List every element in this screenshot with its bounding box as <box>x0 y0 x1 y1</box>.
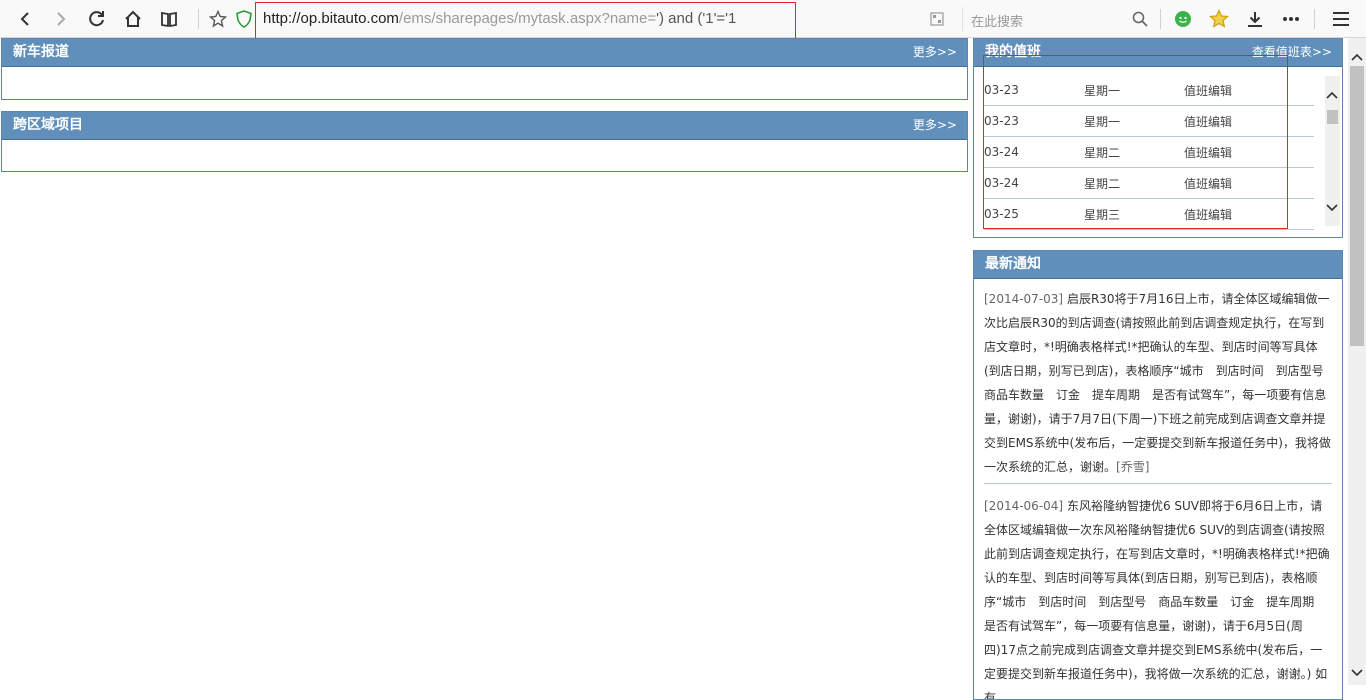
duty-highlight-box <box>983 55 1288 229</box>
toolbar-separator <box>198 9 199 29</box>
panel-body <box>2 67 967 99</box>
panel-title: 跨区域项目 <box>13 117 83 133</box>
panel-title: 最新通知 <box>985 256 1041 272</box>
chat-icon[interactable] <box>1171 7 1195 31</box>
toolbar-separator <box>1160 9 1161 29</box>
reload-icon[interactable] <box>85 7 109 31</box>
more-link[interactable]: 更多>> <box>913 39 957 66</box>
panel-header: 最新通知 <box>974 251 1342 279</box>
scroll-down-icon[interactable] <box>1326 203 1338 213</box>
search-input[interactable]: 在此搜索 <box>962 7 1151 31</box>
scroll-up-icon[interactable] <box>1326 90 1338 100</box>
notice-panel: 最新通知 [2014-07-03] 启辰R30将于7月16日上市，请全体区域编辑… <box>973 250 1343 700</box>
panel-title: 新车报道 <box>13 44 69 60</box>
search-placeholder: 在此搜索 <box>971 15 1024 30</box>
reader-view-icon[interactable] <box>157 7 181 31</box>
new-car-panel: 新车报道 更多>> <box>1 38 968 100</box>
page-scroll-up-icon[interactable] <box>1351 52 1363 62</box>
back-icon[interactable] <box>13 7 37 31</box>
favorites-star-icon[interactable] <box>1207 7 1231 31</box>
list-item[interactable]: [2014-06-04] 东风裕隆纳智捷优6 SUV即将于6月6日上市，请全体区… <box>984 494 1332 700</box>
notice-text: 东风裕隆纳智捷优6 SUV即将于6月6日上市，请全体区域编辑做一次东风裕隆纳智捷… <box>984 499 1330 700</box>
list-item[interactable]: [2014-07-03] 启辰R30将于7月16日上市，请全体区域编辑做一次比启… <box>984 287 1336 484</box>
duty-scroll-thumb[interactable] <box>1327 110 1338 124</box>
panel-header: 新车报道 更多>> <box>2 39 967 67</box>
shield-icon[interactable] <box>232 7 256 31</box>
notice-author: [乔雪] <box>1116 460 1150 474</box>
panel-body <box>2 140 967 172</box>
home-icon[interactable] <box>121 7 145 31</box>
page-scroll-down-icon[interactable] <box>1351 668 1363 678</box>
notice-date: [2014-06-04] <box>984 499 1064 513</box>
notice-date: [2014-07-03] <box>984 292 1064 306</box>
panel-header: 跨区域项目 更多>> <box>2 112 967 140</box>
menu-icon[interactable] <box>1329 7 1353 31</box>
notice-text: 启辰R30将于7月16日上市，请全体区域编辑做一次比启辰R30的到店调查(请按照… <box>984 292 1336 474</box>
more-icon[interactable] <box>1279 7 1303 31</box>
search-icon[interactable] <box>1128 7 1152 31</box>
qr-code-icon[interactable] <box>925 7 949 31</box>
forward-icon[interactable] <box>49 7 73 31</box>
cross-region-panel: 跨区域项目 更多>> <box>1 111 968 172</box>
notice-list: [2014-07-03] 启辰R30将于7月16日上市，请全体区域编辑做一次比启… <box>974 279 1342 700</box>
toolbar-separator <box>1314 9 1315 29</box>
bookmark-star-icon[interactable] <box>206 7 230 31</box>
page-scroll-thumb[interactable] <box>1350 66 1364 346</box>
download-icon[interactable] <box>1243 7 1267 31</box>
more-link[interactable]: 更多>> <box>913 112 957 139</box>
